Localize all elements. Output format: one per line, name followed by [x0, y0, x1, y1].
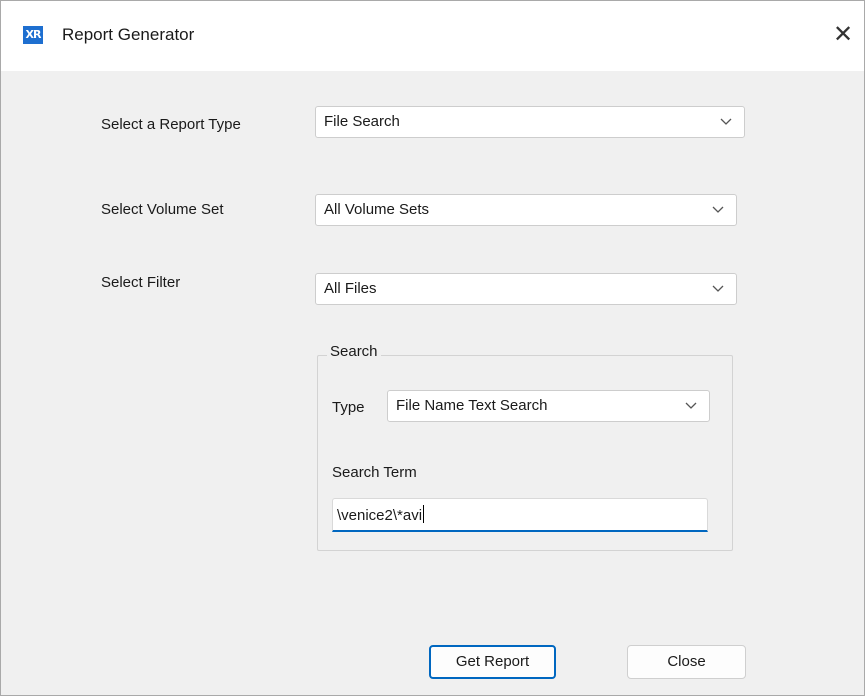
window-title: Report Generator — [62, 25, 195, 44]
search-type-dropdown[interactable]: File Name Text Search — [387, 390, 710, 422]
search-term-value: \venice2\*avi — [337, 507, 423, 524]
search-group-title: Search — [327, 343, 381, 360]
chevron-down-icon — [712, 285, 724, 292]
search-type-label: Type — [332, 399, 365, 416]
search-term-input[interactable]: \venice2\*avi — [332, 498, 708, 532]
report-type-dropdown[interactable]: File Search — [315, 106, 745, 138]
filter-value: All Files — [324, 280, 377, 297]
search-type-value: File Name Text Search — [396, 397, 548, 414]
chevron-down-icon — [712, 206, 724, 213]
volume-set-value: All Volume Sets — [324, 201, 430, 218]
search-term-label: Search Term — [332, 464, 417, 481]
close-icon[interactable]: ✕ — [828, 19, 858, 49]
report-type-value: File Search — [324, 113, 400, 130]
chevron-down-icon — [720, 118, 732, 125]
volume-set-dropdown[interactable]: All Volume Sets — [315, 194, 737, 226]
report-generator-window: XR Report Generator ✕ — [0, 0, 865, 696]
report-type-label: Select a Report Type — [101, 116, 241, 133]
chevron-down-icon — [685, 402, 697, 409]
filter-dropdown[interactable]: All Files — [315, 273, 737, 305]
filter-label: Select Filter — [101, 274, 181, 291]
app-icon: XR — [23, 26, 43, 44]
title-bar: XR Report Generator ✕ — [1, 1, 864, 71]
text-caret — [423, 505, 425, 523]
close-button[interactable]: Close — [627, 645, 746, 679]
get-report-button[interactable]: Get Report — [429, 645, 556, 679]
volume-set-label: Select Volume Set — [101, 201, 224, 218]
